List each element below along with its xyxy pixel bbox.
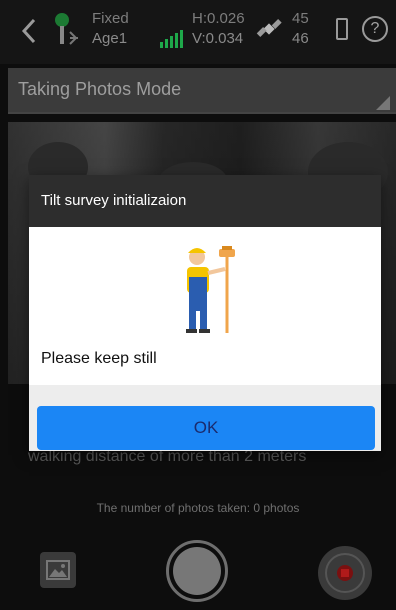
help-icon[interactable]: ? — [362, 16, 388, 42]
satellites-visible: 46 — [292, 30, 309, 47]
satellites-tracked: 45 — [292, 10, 309, 27]
tilt-survey-dialog: Tilt survey initializaion Please keep st… — [29, 175, 381, 451]
fix-status: Fixed — [92, 10, 129, 27]
dialog-footer: OK — [29, 385, 381, 451]
shutter-inner — [173, 547, 221, 595]
stop-icon — [341, 569, 349, 577]
dialog-message: Please keep still — [41, 350, 157, 367]
age-value: Age1 — [92, 30, 128, 47]
photo-count: The number of photos taken: 0 photos — [96, 501, 300, 515]
ok-button[interactable]: OK — [37, 406, 375, 450]
satellite-icon — [256, 19, 282, 37]
status-bar: Fixed Age1 H:0.026 V:0.034 45 46 ? — [0, 0, 396, 64]
battery-icon — [336, 18, 348, 40]
gallery-button[interactable] — [40, 552, 76, 588]
horizontal-precision: H:0.026 — [192, 10, 245, 27]
shutter-button[interactable] — [166, 540, 228, 602]
dropdown-corner-icon — [376, 96, 390, 110]
signal-strength-icon — [160, 30, 183, 48]
vertical-precision: V:0.034 — [192, 30, 244, 47]
mode-label: Taking Photos Mode — [18, 79, 182, 99]
mode-selector[interactable]: Taking Photos Mode — [8, 68, 396, 114]
gnss-receiver-icon — [55, 13, 78, 45]
gallery-icon — [46, 560, 70, 580]
dialog-header: Tilt survey initializaion — [29, 175, 381, 227]
back-arrow-icon[interactable] — [18, 16, 40, 46]
surveyor-illustration — [186, 246, 235, 333]
record-button[interactable] — [318, 546, 372, 600]
dialog-title: Tilt survey initializaion — [41, 192, 187, 209]
